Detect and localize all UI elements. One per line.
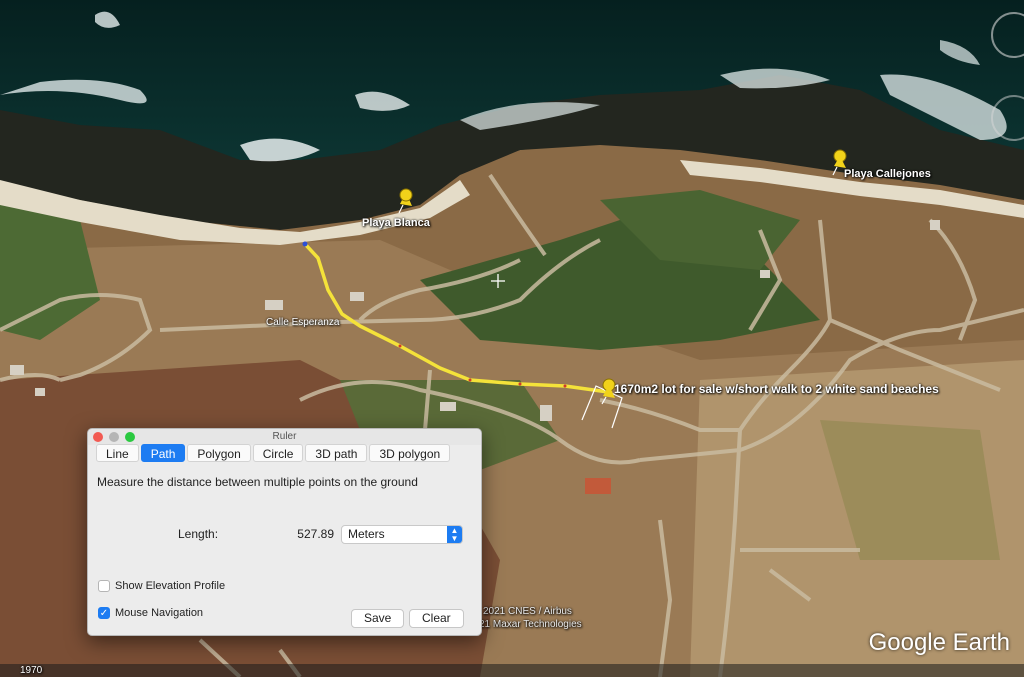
mouse-navigation-label: Mouse Navigation — [115, 607, 204, 619]
ruler-title: Ruler — [272, 431, 297, 442]
unit-select[interactable]: Meters ▲ ▼ — [341, 525, 463, 544]
google-earth-logo: Google Earth — [868, 629, 1010, 656]
show-elevation-checkbox[interactable] — [98, 580, 110, 592]
historical-year-label: 1970 — [20, 665, 43, 676]
unit-select-value: Meters — [348, 527, 385, 541]
clear-button[interactable]: Clear — [409, 609, 464, 628]
imagery-attribution-2: 21 Maxar Technologies — [479, 619, 582, 630]
show-elevation-row[interactable]: Show Elevation Profile — [98, 580, 225, 592]
mouse-navigation-checkbox[interactable]: ✓ — [98, 607, 110, 619]
pin-label-playa-callejones[interactable]: Playa Callejones — [844, 168, 931, 180]
zoom-window-button[interactable] — [125, 432, 135, 442]
mouse-navigation-row[interactable]: ✓ Mouse Navigation — [98, 607, 203, 619]
show-elevation-label: Show Elevation Profile — [115, 580, 226, 592]
tab-path[interactable]: Path — [140, 444, 186, 462]
tab-line[interactable]: Line — [96, 444, 139, 462]
tab-polygon[interactable]: Polygon — [187, 444, 251, 462]
road-label: Calle Esperanza — [266, 317, 340, 328]
tab-3d-polygon[interactable]: 3D polygon — [369, 444, 451, 462]
length-label: Length: — [178, 527, 219, 541]
save-button[interactable]: Save — [351, 609, 405, 628]
imagery-attribution-1: 2021 CNES / Airbus — [483, 606, 572, 617]
close-window-button[interactable] — [93, 432, 103, 442]
ruler-description: Measure the distance between multiple po… — [97, 475, 418, 489]
lot-label[interactable]: 1670m2 lot for sale w/short walk to 2 wh… — [614, 382, 939, 396]
chevron-updown-icon: ▲ ▼ — [447, 526, 462, 543]
length-value: 527.89 — [297, 527, 334, 541]
tab-circle[interactable]: Circle — [252, 444, 304, 462]
measure-mode-tabs: Line Path Polygon Circle 3D path 3D poly… — [96, 444, 451, 462]
minimize-window-button[interactable] — [109, 432, 119, 442]
ruler-dialog: Ruler Line Path Polygon Circle 3D path 3… — [87, 428, 482, 636]
tab-3d-path[interactable]: 3D path — [305, 444, 368, 462]
pin-label-playa-blanca[interactable]: Playa Blanca — [362, 217, 430, 229]
ruler-titlebar[interactable]: Ruler — [88, 429, 481, 445]
